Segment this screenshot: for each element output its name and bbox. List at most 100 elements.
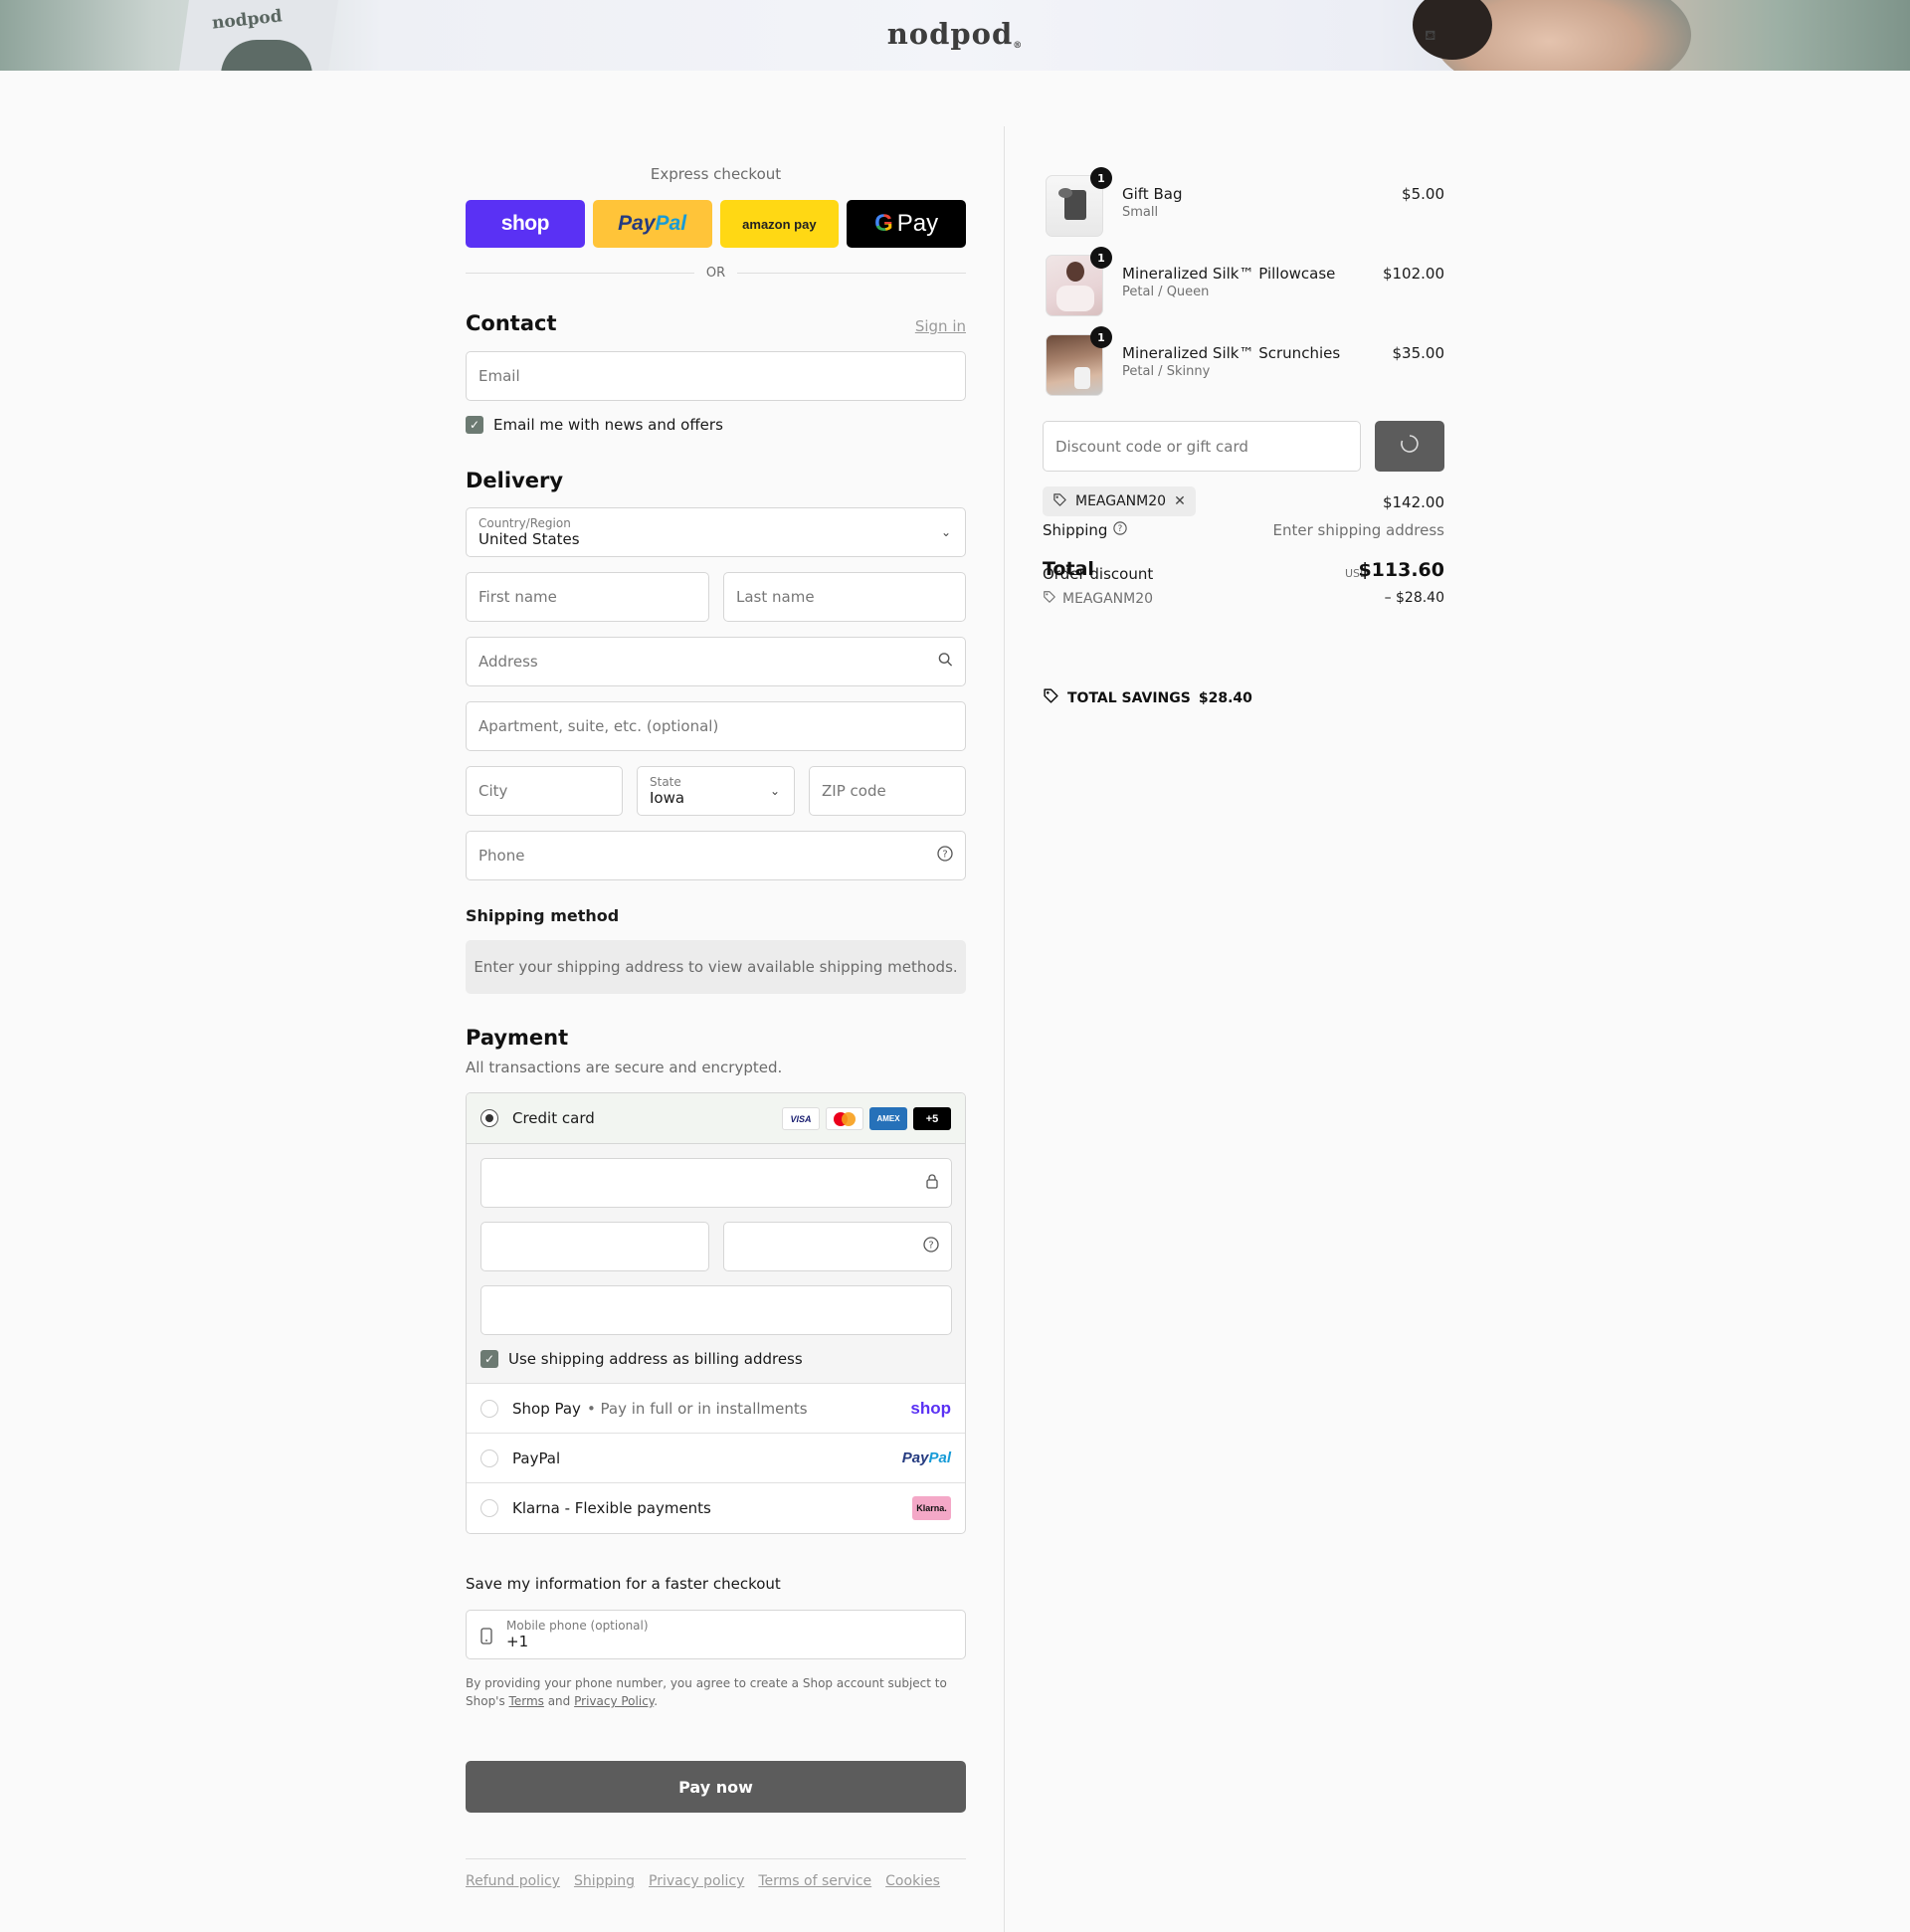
billing-same-row[interactable]: ✓ Use shipping address as billing addres… (480, 1350, 803, 1368)
sign-in-link[interactable]: Sign in (915, 317, 966, 335)
footer-links: Refund policy Shipping Privacy policy Te… (466, 1873, 940, 1889)
loading-spinner-icon (1400, 434, 1420, 459)
paypal-logo-part1: Pay (901, 1449, 929, 1466)
klarna-label: Klarna - Flexible payments (512, 1499, 711, 1517)
state-value: Iowa (650, 789, 685, 807)
paypal-option[interactable]: PayPal PayPal (467, 1434, 965, 1483)
apartment-field[interactable]: Apartment, suite, etc. (optional) (466, 701, 966, 751)
card-cvv-field[interactable]: ? (723, 1222, 952, 1271)
disclaimer-and: and (543, 1694, 575, 1708)
shipping-method-heading: Shipping method (466, 906, 620, 925)
city-placeholder: City (478, 782, 508, 800)
credit-card-radio[interactable] (480, 1109, 498, 1127)
country-label: Country/Region (478, 516, 571, 530)
or-line-left (466, 273, 694, 274)
phone-icon (480, 1628, 492, 1648)
address-field[interactable]: Address (466, 637, 966, 686)
line-item: 1 Mineralized Silk™ Pillowcase Petal / Q… (1043, 247, 1444, 320)
shop-pay-radio[interactable] (480, 1399, 498, 1418)
paypal-label: PayPal (512, 1449, 561, 1467)
shipping-method-notice: Enter your shipping address to view avai… (466, 940, 966, 994)
help-icon[interactable]: ? (937, 846, 953, 866)
tag-icon (1052, 492, 1067, 511)
state-label: State (650, 775, 681, 789)
shop-pay-express-button[interactable]: shop (466, 200, 585, 248)
pay-now-button[interactable]: Pay now (466, 1761, 966, 1813)
lock-icon (925, 1173, 939, 1193)
quantity-badge: 1 (1090, 247, 1112, 269)
brand-registered-mark: ® (1013, 41, 1024, 51)
or-label: OR (705, 266, 726, 281)
paypal-logo-part2: Pal (655, 212, 687, 235)
mastercard-icon (826, 1107, 863, 1130)
billing-same-checkbox[interactable]: ✓ (480, 1350, 498, 1368)
card-number-field[interactable] (480, 1158, 952, 1208)
refund-policy-link[interactable]: Refund policy (466, 1873, 560, 1889)
discount-code-row: MEAGANM20 (1043, 590, 1153, 608)
klarna-logo: Klarna. (912, 1496, 951, 1520)
paypal-radio[interactable] (480, 1449, 498, 1467)
item-price: $102.00 (1382, 265, 1444, 283)
express-checkout-title: Express checkout (650, 165, 782, 183)
privacy-policy-footer-link[interactable]: Privacy policy (649, 1873, 744, 1889)
chevron-down-icon: ⌄ (940, 525, 951, 539)
email-placeholder: Email (478, 367, 520, 385)
google-g-icon: G (874, 210, 893, 237)
first-name-field[interactable]: First name (466, 572, 709, 622)
city-field[interactable]: City (466, 766, 623, 816)
payment-heading: Payment (466, 1026, 569, 1050)
discount-code-input[interactable]: Discount code or gift card (1043, 421, 1361, 472)
paypal-logo: PayPal (902, 1449, 951, 1466)
phone-disclaimer: By providing your phone number, you agre… (466, 1674, 966, 1710)
credit-card-option[interactable]: Credit card VISA AMEX +5 (467, 1093, 965, 1144)
card-name-field[interactable] (480, 1285, 952, 1335)
mobile-phone-field[interactable]: Mobile phone (optional) +1 (466, 1610, 966, 1659)
payment-methods: Credit card VISA AMEX +5 ? ✓ Use shippin… (466, 1092, 966, 1534)
contact-heading: Contact (466, 311, 557, 335)
terms-of-service-link[interactable]: Terms of service (758, 1873, 871, 1889)
phone-field[interactable]: Phone ? (466, 831, 966, 880)
disclaimer-period: . (654, 1694, 659, 1708)
amazon-pay-express-button[interactable]: amazon pay (719, 200, 840, 248)
state-select[interactable]: State Iowa ⌄ (637, 766, 795, 816)
tag-icon (1043, 687, 1059, 708)
credit-card-label: Credit card (512, 1109, 595, 1127)
apartment-placeholder: Apartment, suite, etc. (optional) (478, 717, 719, 735)
newsletter-checkbox-row[interactable]: ✓ Email me with news and offers (466, 416, 723, 434)
country-select[interactable]: Country/Region United States ⌄ (466, 507, 966, 557)
klarna-option[interactable]: Klarna - Flexible payments Klarna. (467, 1483, 965, 1533)
total-savings-label: TOTAL SAVINGS (1067, 689, 1191, 706)
brand-logo-text: nodpod (886, 17, 1014, 51)
credit-card-form: ? ✓ Use shipping address as billing addr… (467, 1144, 965, 1384)
apply-discount-button[interactable] (1375, 421, 1444, 472)
newsletter-checkbox[interactable]: ✓ (466, 416, 483, 434)
total-savings-value: $28.40 (1198, 689, 1252, 706)
privacy-policy-link[interactable]: Privacy Policy (574, 1694, 654, 1708)
terms-link[interactable]: Terms (509, 1694, 544, 1708)
google-pay-express-button[interactable]: G Pay (847, 200, 966, 248)
remove-discount-icon[interactable]: ✕ (1174, 493, 1186, 509)
last-name-field[interactable]: Last name (723, 572, 966, 622)
bag-icon[interactable]: ⛾ (1425, 28, 1435, 46)
shop-pay-option[interactable]: Shop Pay • Pay in full or in installment… (467, 1384, 965, 1434)
brand-logo[interactable]: nodpod® (0, 17, 1910, 51)
item-name: Gift Bag (1122, 185, 1183, 203)
mobile-phone-label: Mobile phone (optional) (506, 1619, 649, 1633)
total-label: Total (1043, 558, 1094, 580)
paypal-logo-part2: Pal (928, 1449, 951, 1466)
discount-amount: – $28.40 (1384, 590, 1444, 606)
email-field[interactable]: Email (466, 351, 966, 401)
cookies-link[interactable]: Cookies (885, 1873, 940, 1889)
klarna-radio[interactable] (480, 1499, 498, 1517)
zip-field[interactable]: ZIP code (809, 766, 966, 816)
help-icon[interactable]: ? (1113, 521, 1128, 539)
shipping-policy-link[interactable]: Shipping (574, 1873, 635, 1889)
card-expiry-field[interactable] (480, 1222, 709, 1271)
chevron-down-icon: ⌄ (769, 784, 780, 798)
help-icon[interactable]: ? (923, 1237, 939, 1256)
or-line-right (737, 273, 967, 274)
paypal-express-button[interactable]: Pay Pal (592, 200, 712, 248)
item-variant: Petal / Skinny (1122, 364, 1211, 379)
shipping-row: Shipping ? (1043, 521, 1128, 539)
subtotal-value: $142.00 (1382, 493, 1444, 511)
